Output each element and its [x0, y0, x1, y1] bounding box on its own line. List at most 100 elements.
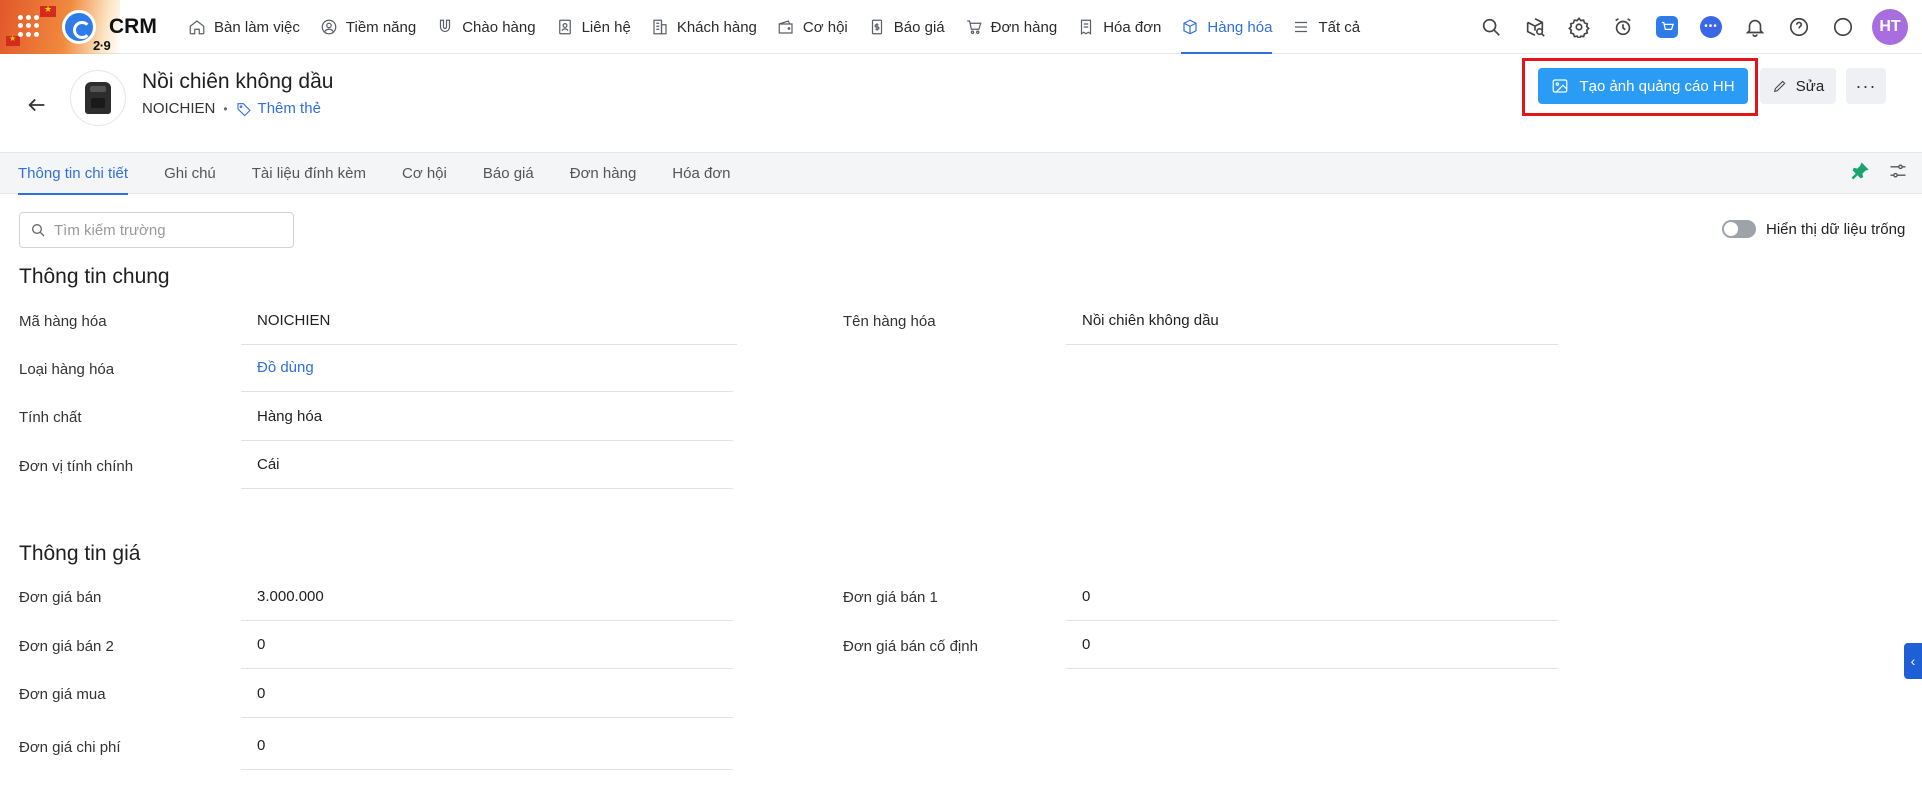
- quote-icon: [871, 19, 882, 35]
- nav-item-bao-gia[interactable]: Báo giá: [858, 0, 955, 54]
- tab-ghi-chu[interactable]: Ghi chú: [146, 153, 234, 194]
- create-ad-image-label: Tạo ảnh quảng cáo HH: [1579, 77, 1735, 95]
- nav-item-khach-hang[interactable]: Khách hàng: [641, 0, 767, 54]
- tab-tai-lieu-dinh-kem[interactable]: Tài liệu đính kèm: [234, 153, 384, 194]
- bell-icon[interactable]: [1740, 12, 1770, 42]
- nav-item-ban-lam-viec[interactable]: Bàn làm việc: [178, 0, 310, 54]
- product-code: NOICHIEN: [142, 100, 216, 117]
- nav-item-hoa-don[interactable]: Hóa đơn: [1067, 0, 1171, 54]
- search-icon: [32, 224, 45, 237]
- field-value-tinh-chat[interactable]: Hàng hóa: [241, 393, 733, 441]
- tab-co-hoi[interactable]: Cơ hội: [384, 153, 465, 194]
- field-label: Loại hàng hóa: [19, 361, 115, 378]
- field-label: Đơn giá bán cố định: [843, 638, 978, 655]
- field-value-don-gia-ban[interactable]: 3.000.000: [241, 573, 733, 621]
- field-value-don-gia-ban-co-dinh[interactable]: 0: [1066, 621, 1558, 669]
- field-value-ten-hang-hoa[interactable]: Nồi chiên không dầu: [1066, 297, 1558, 345]
- separator-dot: •: [223, 101, 228, 116]
- flag-icon: [6, 34, 20, 46]
- field-label: Đơn vị tính chính: [19, 458, 134, 475]
- more-circle-icon[interactable]: [1828, 12, 1858, 42]
- shop-cart-icon[interactable]: [1652, 12, 1682, 42]
- date-badge: 2·9: [93, 38, 111, 53]
- nav-item-tiem-nang[interactable]: Tiềm năng: [310, 0, 426, 54]
- edit-button[interactable]: Sửa: [1760, 68, 1836, 104]
- product-image[interactable]: [70, 70, 126, 126]
- field-value-don-gia-ban-2[interactable]: 0: [241, 621, 733, 669]
- magnet-icon: [440, 19, 451, 33]
- field-value-loai-hang-hoa[interactable]: Đồ dùng: [241, 344, 733, 392]
- field-label: Tính chất: [19, 409, 82, 426]
- menu-icon: [1295, 21, 1308, 33]
- nav-item-label: Cơ hội: [802, 18, 848, 36]
- field-label: Tên hàng hóa: [843, 313, 936, 330]
- nav-item-label: Đơn hàng: [990, 18, 1058, 36]
- cart-icon: [966, 20, 982, 34]
- field-value-don-gia-ban-1[interactable]: 0: [1066, 573, 1558, 621]
- help-icon[interactable]: [1784, 12, 1814, 42]
- field-search: [19, 212, 294, 248]
- field-label: Đơn giá bán 1: [843, 589, 938, 606]
- field-label: Đơn giá mua: [19, 686, 106, 703]
- invoice-icon: [1081, 19, 1092, 35]
- section-title-general: Thông tin chung: [19, 265, 170, 288]
- top-bar: CRM 2·9 Bàn làm việc Tiềm năng Chào hàng…: [0, 0, 1922, 54]
- package-search-icon[interactable]: [1520, 12, 1550, 42]
- collapse-panel-handle[interactable]: ‹: [1904, 643, 1922, 679]
- more-actions-button[interactable]: ···: [1846, 68, 1886, 104]
- nav-item-chao-hang[interactable]: Chào hàng: [426, 0, 545, 54]
- back-button[interactable]: [22, 90, 52, 120]
- field-value-don-vi-tinh[interactable]: Cái: [241, 441, 733, 489]
- tag-icon: [237, 102, 251, 116]
- field-value-don-gia-chi-phi[interactable]: 0: [241, 722, 733, 770]
- alarm-clock-icon[interactable]: [1608, 12, 1638, 42]
- wallet-icon: [778, 20, 793, 34]
- apps-grid-icon[interactable]: [18, 15, 40, 37]
- edit-label: Sửa: [1795, 77, 1825, 95]
- chevron-left-icon: ‹: [1910, 653, 1916, 669]
- pencil-icon: [1773, 80, 1786, 93]
- field-label: Đơn giá chi phí: [19, 739, 121, 756]
- air-fryer-image: [85, 82, 111, 114]
- toggle-label: Hiển thị dữ liệu trống: [1766, 220, 1906, 238]
- search-input[interactable]: [54, 221, 274, 239]
- user-circle-icon: [321, 19, 337, 35]
- nav-item-don-hang[interactable]: Đơn hàng: [955, 0, 1068, 54]
- nav-item-label: Chào hàng: [462, 18, 536, 36]
- add-tag-label: Thêm thẻ: [257, 100, 321, 117]
- sliders-icon[interactable]: [1888, 161, 1908, 181]
- arrow-left-icon: [28, 98, 45, 112]
- box-icon: [1183, 19, 1198, 35]
- field-value-ma-hang-hoa[interactable]: NOICHIEN: [241, 297, 737, 345]
- flag-icon: [40, 4, 56, 17]
- product-subtitle: NOICHIEN • Thêm thẻ: [142, 100, 321, 117]
- nav-item-co-hoi[interactable]: Cơ hội: [767, 0, 858, 54]
- add-tag-link[interactable]: Thêm thẻ: [236, 100, 321, 117]
- gear-icon[interactable]: [1564, 12, 1594, 42]
- show-empty-toggle[interactable]: Hiển thị dữ liệu trống: [1722, 220, 1905, 238]
- chat-icon[interactable]: •••: [1696, 12, 1726, 42]
- tab-hoa-don[interactable]: Hóa đơn: [654, 153, 748, 194]
- tab-thong-tin-chi-tiet[interactable]: Thông tin chi tiết: [0, 153, 146, 195]
- nav-item-label: Khách hàng: [676, 18, 757, 36]
- tab-don-hang[interactable]: Đơn hàng: [552, 153, 655, 194]
- main-nav: Bàn làm việc Tiềm năng Chào hàng Liên hệ…: [178, 0, 1370, 54]
- detail-tabs: Thông tin chi tiết Ghi chú Tài liệu đính…: [0, 152, 1922, 195]
- pin-icon[interactable]: [1850, 161, 1870, 181]
- nav-item-tat-ca[interactable]: Tất cả: [1282, 0, 1370, 54]
- crm-logo[interactable]: [62, 10, 96, 44]
- nav-item-label: Liên hệ: [581, 18, 631, 36]
- section-title-price: Thông tin giá: [19, 542, 141, 565]
- toggle-switch[interactable]: [1722, 220, 1756, 238]
- contact-icon: [558, 19, 571, 35]
- create-ad-image-button[interactable]: Tạo ảnh quảng cáo HH: [1538, 68, 1748, 104]
- home-icon: [189, 20, 205, 35]
- nav-item-hang-hoa[interactable]: Hàng hóa: [1171, 0, 1282, 54]
- avatar[interactable]: HT: [1872, 9, 1908, 45]
- page-title: Nồi chiên không dầu: [142, 70, 334, 93]
- nav-item-lien-he[interactable]: Liên hệ: [546, 0, 641, 54]
- top-icons: ••• HT: [1476, 0, 1908, 54]
- search-icon[interactable]: [1476, 12, 1506, 42]
- tab-bao-gia[interactable]: Báo giá: [465, 153, 552, 194]
- field-value-don-gia-mua[interactable]: 0: [241, 670, 733, 718]
